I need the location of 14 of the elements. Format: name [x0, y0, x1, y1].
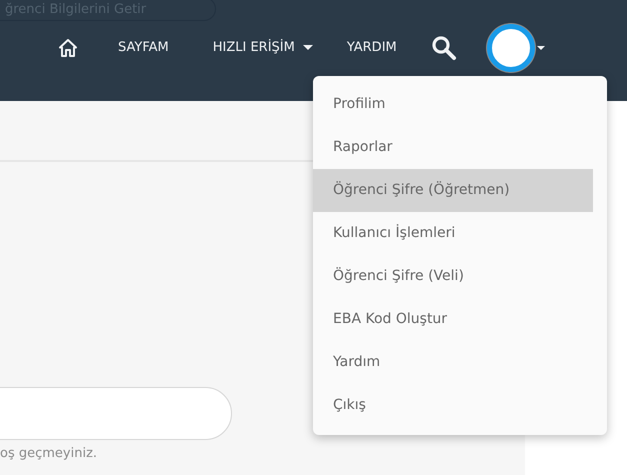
menu-item[interactable]: Raporlar [313, 126, 593, 169]
menu-item[interactable]: Profilim [313, 83, 593, 126]
nav-link[interactable]: YARDIM [346, 34, 397, 62]
menu-item[interactable]: Öğrenci Şifre (Veli) [313, 255, 593, 298]
help-text: oş geçmeyiniz. [0, 446, 98, 461]
menu-item[interactable]: EBA Kod Oluştur [313, 298, 593, 341]
nav-link[interactable]: SAYFAM [118, 34, 169, 62]
menu-item[interactable]: Kullanıcı İşlemleri [313, 212, 593, 255]
menu-item[interactable]: Öğrenci Şifre (Öğretmen) [313, 169, 593, 212]
input-field[interactable] [0, 387, 232, 440]
avatar-button[interactable] [486, 24, 545, 72]
menu-item[interactable]: Çıkış [313, 384, 593, 427]
nav-dropdown[interactable]: HIZLI ERİŞİM [212, 34, 313, 62]
menu-item[interactable]: Yardım [313, 341, 593, 384]
